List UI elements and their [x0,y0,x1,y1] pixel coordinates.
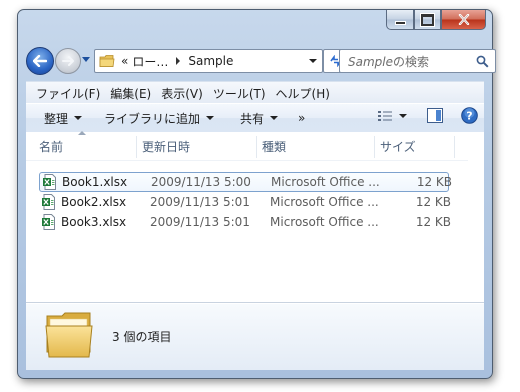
explorer-window: « ロー… Sample Sampleの検索 ファイル(F) 編集(E) 表示(… [17,9,496,379]
file-name-cell: Book3.xlsx [41,214,126,230]
close-icon [458,14,469,25]
details-pane: 3 個の項目 [26,303,484,370]
item-count: 3 個の項目 [112,330,172,344]
minimize-button[interactable] [386,10,414,30]
chevron-down-icon [206,116,215,120]
menu-view[interactable]: 表示(V) [156,85,208,102]
share-label: 共有 [240,111,265,126]
file-name-cell: Book2.xlsx [41,194,126,210]
breadcrumb-current[interactable]: Sample [188,54,233,68]
more-commands-button[interactable]: » [298,111,305,125]
command-bar: 整理 ライブラリに追加 共有 » ? [26,103,484,133]
file-size: 12 KB [415,215,451,229]
back-arrow-icon [33,55,47,67]
address-dropdown-icon[interactable] [309,59,317,63]
organize-label: 整理 [44,111,69,126]
search-box[interactable]: Sampleの検索 [339,49,496,73]
file-list: 名前 更新日時 種類 サイズ Book1.xlsx 2009/11/13 5:0… [26,131,484,303]
search-icon[interactable] [476,55,489,68]
column-header-type-label: 種類 [262,139,287,154]
column-header-size[interactable]: サイズ [375,132,455,160]
file-modified: 2009/11/13 5:01 [150,215,250,229]
search-placeholder-folder: Sample [348,54,393,69]
file-row[interactable]: Book2.xlsx 2009/11/13 5:01 Microsoft Off… [39,192,451,212]
breadcrumb-parent[interactable]: ロー… [132,53,168,70]
breadcrumb-separator-icon[interactable] [176,57,181,65]
change-view-button[interactable] [377,110,407,122]
file-modified: 2009/11/13 5:01 [150,195,250,209]
view-options-icon [378,110,392,121]
preview-pane-button[interactable] [427,108,443,123]
organize-button[interactable]: 整理 [44,110,83,127]
address-bar[interactable]: « ロー… Sample [94,49,323,73]
maximize-button[interactable] [414,10,441,30]
scroll-area[interactable] [468,132,484,302]
excel-file-icon [42,214,55,230]
menu-tools[interactable]: ツール(T) [208,85,271,102]
excel-file-icon [43,174,56,190]
file-row[interactable]: Book3.xlsx 2009/11/13 5:01 Microsoft Off… [39,212,451,232]
menu-bar: ファイル(F) 編集(E) 表示(V) ツール(T) ヘルプ(H) [26,81,484,104]
minimize-icon [395,21,405,24]
forward-button[interactable] [55,48,81,74]
recent-pages-dropdown[interactable] [82,57,90,62]
svg-text:?: ? [466,110,472,123]
file-size: 12 KB [416,175,452,189]
folder-icon [45,312,93,358]
back-button[interactable] [26,47,54,75]
chevron-down-icon [74,116,83,120]
column-header-name[interactable]: 名前 [34,131,137,160]
forward-arrow-icon [62,56,74,66]
folder-icon [99,55,115,67]
column-header-size-label: サイズ [380,139,416,154]
menu-file[interactable]: ファイル(F) [31,85,105,102]
file-name: Book2.xlsx [61,195,127,209]
column-header-type[interactable]: 種類 [257,132,375,160]
file-row[interactable]: Book1.xlsx 2009/11/13 5:00 Microsoft Off… [39,172,452,192]
file-size: 12 KB [415,195,451,209]
close-button[interactable] [441,10,486,30]
search-input[interactable]: Sampleの検索 [348,53,476,70]
column-header-modified[interactable]: 更新日時 [137,132,257,160]
file-name-cell: Book1.xlsx [42,174,127,190]
menu-help[interactable]: ヘルプ(H) [271,85,335,102]
chevron-down-icon [399,113,407,118]
share-button[interactable]: 共有 [240,110,279,127]
menu-edit[interactable]: 編集(E) [105,85,156,102]
file-name: Book1.xlsx [62,175,128,189]
file-modified: 2009/11/13 5:00 [151,175,251,189]
search-placeholder-suffix: の検索 [393,54,430,69]
file-type: Microsoft Office ... [271,175,380,189]
column-header-modified-label: 更新日時 [142,139,191,154]
view-controls: ? [377,107,478,124]
add-to-library-button[interactable]: ライブラリに追加 [104,110,215,127]
file-type: Microsoft Office ... [270,195,379,209]
chevron-down-icon [270,116,279,120]
more-commands-label: » [298,111,306,125]
preview-pane-icon [427,108,443,123]
file-type: Microsoft Office ... [270,215,379,229]
help-icon: ? [461,107,478,124]
column-header-row: 名前 更新日時 種類 サイズ [26,131,484,161]
navigation-bar: « ロー… Sample Sampleの検索 [26,47,496,75]
column-divider[interactable] [454,136,455,158]
file-name: Book3.xlsx [61,215,127,229]
sort-ascending-icon [78,131,86,135]
excel-file-icon [42,194,55,210]
help-button[interactable]: ? [461,107,478,124]
maximize-icon [421,13,434,26]
column-header-name-label: 名前 [39,139,64,154]
add-to-library-label: ライブラリに追加 [104,111,201,126]
address-overflow[interactable]: « [121,54,128,68]
caption-buttons [386,10,486,30]
